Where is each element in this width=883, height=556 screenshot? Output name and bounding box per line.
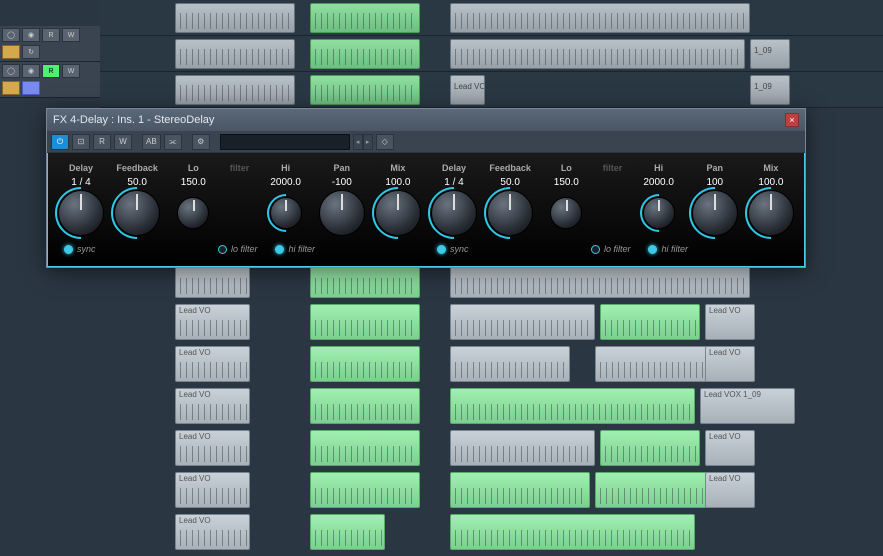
preset-menu-button[interactable]: ◇: [376, 134, 394, 150]
param-label: Pan: [334, 163, 351, 173]
power-button[interactable]: ⏻: [51, 134, 69, 150]
param-label: Pan: [707, 163, 724, 173]
param-label: Lo: [561, 163, 572, 173]
clip-label: Lead VO: [176, 515, 214, 526]
param-label: Feedback: [489, 163, 531, 173]
feedback-knob[interactable]: [487, 190, 533, 236]
param-label: Hi: [281, 163, 290, 173]
toggle-dot-icon: [64, 245, 73, 254]
track-control-row[interactable]: ◯ ◉ R W: [0, 62, 100, 98]
toggle-dot-icon: [648, 245, 657, 254]
pan-knob[interactable]: [319, 190, 365, 236]
param-label: filter: [230, 163, 250, 173]
left-channel: Delay 1 / 4 Feedback 50.0 Lo 150.0 filte…: [56, 163, 423, 254]
track-read-button[interactable]: R: [42, 28, 60, 42]
param-label: Mix: [763, 163, 778, 173]
param-label: Feedback: [116, 163, 158, 173]
track-circle-icon[interactable]: ◯: [2, 64, 20, 78]
clip-label: Lead VO: [706, 431, 744, 442]
param-label: Hi: [654, 163, 663, 173]
preset-selector[interactable]: [220, 134, 350, 150]
hi-filter-toggle[interactable]: hi filter: [648, 244, 688, 254]
hi-filter-toggle[interactable]: hi filter: [275, 244, 315, 254]
sync-toggle[interactable]: sync: [64, 244, 96, 254]
hi-value: 2000.0: [643, 177, 674, 188]
link-button[interactable]: ⫘: [164, 134, 182, 150]
ab-compare-button[interactable]: AB: [142, 134, 161, 150]
clip-label: Lead VO: [176, 473, 214, 484]
settings-button[interactable]: ⚙: [192, 134, 210, 150]
param-label: Mix: [390, 163, 405, 173]
clip-label: Lead VO: [176, 347, 214, 358]
track-preset-icon[interactable]: [22, 81, 40, 95]
clip-label: Lead VO: [706, 305, 744, 316]
clip-label: Lead VO: [451, 81, 485, 92]
toggle-dot-icon: [218, 245, 227, 254]
param-label: Delay: [69, 163, 93, 173]
track-mute-icon[interactable]: ◉: [22, 28, 40, 42]
clip-label: Lead VO: [176, 431, 214, 442]
clip-label: Lead VO: [706, 347, 744, 358]
hi-knob[interactable]: [270, 197, 302, 229]
track-folder-icon[interactable]: [2, 81, 20, 95]
toggle-dot-icon: [437, 245, 446, 254]
mix-knob[interactable]: [748, 190, 794, 236]
hi-knob[interactable]: [643, 197, 675, 229]
plugin-title: FX 4-Delay : Ins. 1 - StereoDelay: [53, 114, 785, 126]
lo-value: 150.0: [554, 177, 579, 188]
track-folder-icon[interactable]: [2, 45, 20, 59]
clip-label: 1_09: [751, 45, 775, 56]
track-mute-icon[interactable]: ◉: [22, 64, 40, 78]
mix-knob[interactable]: [375, 190, 421, 236]
plugin-window: FX 4-Delay : Ins. 1 - StereoDelay × ⏻ ⊡ …: [46, 108, 806, 268]
clip-label: Lead VOX 1_09: [701, 389, 764, 400]
sync-toggle[interactable]: sync: [437, 244, 469, 254]
track-control-row[interactable]: ◯ ◉ R W ↻: [0, 26, 100, 62]
preset-next-icon[interactable]: ▸: [363, 134, 373, 150]
plugin-titlebar[interactable]: FX 4-Delay : Ins. 1 - StereoDelay ×: [47, 109, 805, 131]
clip-label: Lead VO: [706, 473, 744, 484]
lo-value: 150.0: [181, 177, 206, 188]
pan-knob[interactable]: [692, 190, 738, 236]
param-label: Lo: [188, 163, 199, 173]
track-loop-icon[interactable]: ↻: [22, 45, 40, 59]
param-label: filter: [603, 163, 623, 173]
clip-label: 1_09: [751, 81, 775, 92]
toggle-dot-icon: [591, 245, 600, 254]
clip-label: Lead VO: [176, 389, 214, 400]
plugin-toolbar: ⏻ ⊡ R W AB ⫘ ⚙ ◂ ▸ ◇: [47, 131, 805, 153]
track-circle-icon[interactable]: ◯: [2, 28, 20, 42]
pan-value: -100: [332, 177, 352, 188]
delay-knob[interactable]: [58, 190, 104, 236]
write-automation-button[interactable]: W: [114, 134, 132, 150]
track-read-button[interactable]: R: [42, 64, 60, 78]
hi-value: 2000.0: [270, 177, 301, 188]
read-automation-button[interactable]: R: [93, 134, 111, 150]
close-icon[interactable]: ×: [785, 113, 799, 127]
track-write-button[interactable]: W: [62, 64, 80, 78]
delay-knob[interactable]: [431, 190, 477, 236]
lo-knob[interactable]: [177, 197, 209, 229]
preset-prev-icon[interactable]: ◂: [353, 134, 363, 150]
feedback-knob[interactable]: [114, 190, 160, 236]
param-label: Delay: [442, 163, 466, 173]
clip-label: Lead VO: [176, 305, 214, 316]
lo-filter-toggle[interactable]: lo filter: [218, 244, 258, 254]
lo-filter-toggle[interactable]: lo filter: [591, 244, 631, 254]
toggle-dot-icon: [275, 245, 284, 254]
bypass-button[interactable]: ⊡: [72, 134, 90, 150]
right-channel: Delay 1 / 4 Feedback 50.0 Lo 150.0 filte…: [429, 163, 796, 254]
lo-knob[interactable]: [550, 197, 582, 229]
track-write-button[interactable]: W: [62, 28, 80, 42]
